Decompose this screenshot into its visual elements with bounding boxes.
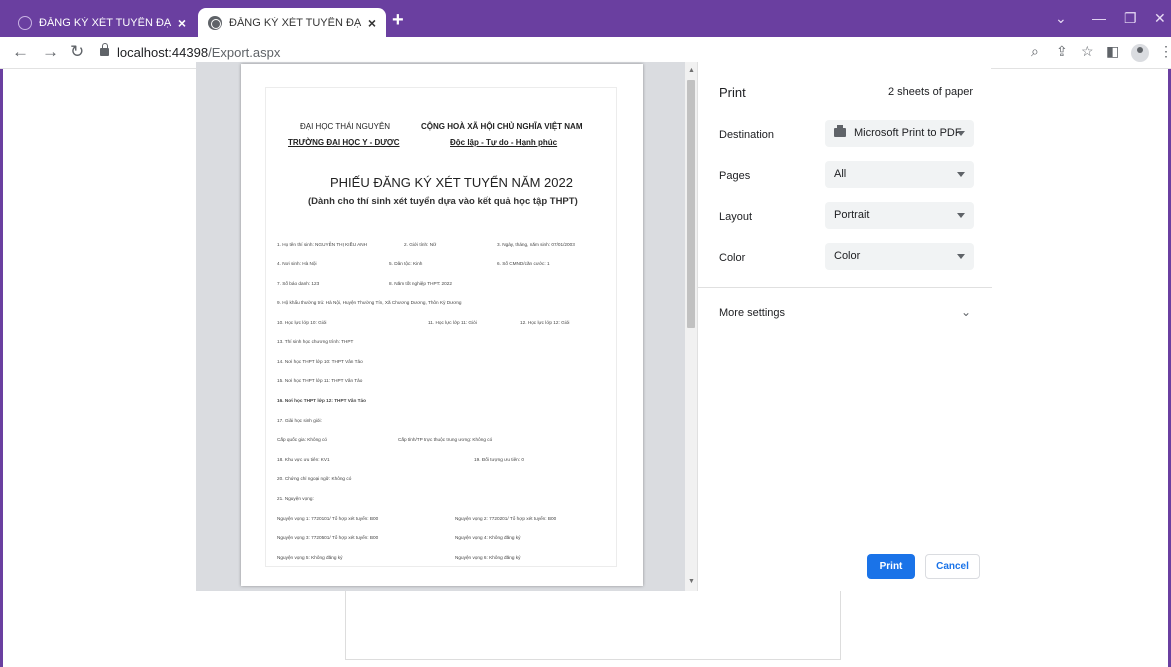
field-wish-4: Nguyện vọng 4: Không đăng ký (455, 535, 521, 540)
form-subtitle: (Dành cho thí sinh xét tuyển dựa vào kết… (308, 196, 578, 207)
layout-value: Portrait (834, 209, 870, 221)
layout-label: Layout (719, 211, 753, 223)
field-priority-area: 18. Khu vực ưu tiên: KV1 (277, 457, 330, 462)
field-wish-6: Nguyện vọng 6: Không đăng ký (455, 555, 521, 560)
field-national-award: Cấp quốc gia: Không có (277, 437, 328, 442)
field-grade10: 10. Học lực lớp 10: Giỏi (277, 320, 327, 325)
lock-icon[interactable] (100, 43, 109, 56)
tab-title: ĐĂNG KÝ XÉT TUYỂN ĐẠI HỌC - (39, 16, 172, 29)
new-tab-button[interactable]: + (392, 10, 404, 30)
globe-icon (208, 15, 222, 30)
restore-button[interactable]: ❐ (1124, 10, 1137, 27)
destination-label: Destination (719, 129, 775, 141)
tab-active[interactable]: ĐĂNG KÝ XÉT TUYỂN ĐẠI HỌC - × (198, 8, 386, 37)
country-name: CỘNG HOÀ XÃ HỘI CHỦ NGHĨA VIỆT NAM (421, 122, 583, 131)
print-title: Print (719, 85, 746, 100)
close-tab-icon[interactable]: × (178, 15, 186, 31)
destination-value: Microsoft Print to PDF (854, 127, 962, 139)
field-school10: 14. Nơi học THPT lớp 10: THPT Vân Tảo (277, 359, 363, 364)
print-button[interactable]: Print (867, 554, 915, 579)
field-awards: 17. Giải học sinh giỏi: (277, 418, 322, 423)
dropdown-arrow-icon (957, 213, 965, 218)
more-settings-toggle[interactable]: More settings (719, 307, 785, 319)
dropdown-arrow-icon (957, 254, 965, 259)
color-select[interactable]: Color (825, 243, 974, 270)
tab-strip: ĐĂNG KÝ XÉT TUYỂN ĐẠI HỌC - × ĐĂNG KÝ XÉ… (0, 0, 1171, 37)
field-program: 13. Thí sinh học chương trình: THPT (277, 339, 354, 344)
destination-select[interactable]: Microsoft Print to PDF (825, 120, 974, 147)
scroll-up-icon[interactable]: ▲ (688, 67, 695, 74)
minimize-button[interactable]: — (1092, 10, 1106, 26)
field-full-name: 1. Họ tên thí sinh: NGUYỄN THỊ KIỀU ANH (277, 242, 368, 247)
tab-inactive[interactable]: ĐĂNG KÝ XÉT TUYỂN ĐẠI HỌC - × (8, 8, 196, 37)
field-residence: 9. Hộ khẩu thường trú: Hà Nội, Huyện Thư… (277, 300, 462, 305)
tab-title: ĐĂNG KÝ XÉT TUYỂN ĐẠI HỌC - (229, 16, 362, 29)
form-title: PHIẾU ĐĂNG KÝ XÉT TUYỂN NĂM 2022 (330, 175, 573, 190)
dropdown-arrow-icon (957, 131, 965, 136)
color-label: Color (719, 252, 746, 264)
back-icon[interactable]: ← (12, 42, 29, 62)
chevron-down-icon[interactable]: ⌄ (961, 305, 971, 319)
field-wish-3: Nguyện vọng 3: 7720501/ Tổ hợp xét tuyển… (277, 535, 379, 540)
field-wish-1: Nguyện vọng 1: 7720101/ Tổ hợp xét tuyển… (277, 516, 379, 521)
field-grade11: 11. Học lực lớp 11: Giỏi (428, 320, 477, 325)
printer-icon (834, 125, 846, 137)
field-birth-date: 3. Ngày, tháng, năm sinh: 07/01/2003 (497, 242, 575, 247)
scroll-down-icon[interactable]: ▼ (688, 578, 695, 585)
divider (698, 287, 992, 288)
profile-icon[interactable] (1131, 44, 1149, 62)
menu-icon[interactable]: ⋮ (1159, 43, 1171, 60)
sheet-border (265, 87, 617, 567)
field-priority-group: 19. Đối tượng ưu tiên: 0 (474, 457, 525, 462)
forward-icon[interactable]: → (42, 42, 59, 62)
cancel-button[interactable]: Cancel (925, 554, 980, 579)
pages-value: All (834, 168, 847, 180)
field-grade12: 12. Học lực lớp 12: Giỏi (520, 320, 570, 325)
field-candidate-number: 7. Số báo danh: 123 (277, 281, 320, 286)
color-value: Color (834, 250, 861, 262)
reload-icon[interactable]: ↻ (70, 42, 84, 62)
share-icon[interactable]: ⇪ (1056, 43, 1068, 60)
layout-select[interactable]: Portrait (825, 202, 974, 229)
pages-select[interactable]: All (825, 161, 974, 188)
print-settings-panel: Print 2 sheets of paper Destination Micr… (697, 62, 992, 591)
field-school12: 16. Nơi học THPT lớp 12: THPT Vân Tảo (277, 398, 366, 403)
address-bar[interactable]: localhost:44398/Export.aspx (117, 45, 280, 60)
zoom-icon[interactable]: ⌕ (1031, 43, 1039, 60)
org-name: ĐẠI HỌC THÁI NGUYÊN (300, 122, 391, 131)
pages-label: Pages (719, 170, 751, 182)
field-graduation-year: 8. Năm tốt nghiệp THPT: 2022 (389, 281, 452, 286)
url-host: localhost:44398 (117, 45, 209, 60)
field-language-cert: 20. Chứng chỉ ngoại ngữ: Không có (277, 476, 352, 481)
school-name: TRƯỜNG ĐẠI HỌC Y - DƯỢC (288, 138, 400, 147)
field-wish-2: Nguyện vọng 2: 7720201/ Tổ hợp xét tuyển… (455, 516, 557, 521)
tab-search-icon[interactable]: ⌄ (1055, 10, 1067, 27)
national-motto: Độc lập - Tự do - Hạnh phúc (450, 138, 558, 147)
field-gender: 2. Giới tính: Nữ (404, 242, 437, 247)
field-id-number: 6. Số CMND/căn cước: 1 (497, 261, 550, 266)
dropdown-arrow-icon (957, 172, 965, 177)
field-wishes: 21. Nguyện vọng: (277, 496, 314, 501)
close-tab-icon[interactable]: × (368, 15, 376, 31)
loading-icon (18, 15, 32, 30)
field-wish-5: Nguyện vọng 5: Không đăng ký (277, 555, 343, 560)
close-window-button[interactable]: ✕ (1154, 10, 1166, 27)
side-panel-icon[interactable]: ◧ (1106, 43, 1119, 60)
field-provincial-award: Cấp tỉnh/TP trực thuộc trung ương: Không… (398, 437, 493, 442)
url-path: /Export.aspx (208, 45, 281, 60)
field-birthplace: 4. Nơi sinh: Hà Nội (277, 261, 317, 266)
field-school11: 15. Nơi học THPT lớp 11: THPT Vân Tảo (277, 378, 363, 383)
sheet-count: 2 sheets of paper (887, 86, 973, 98)
field-ethnicity: 5. Dân tộc: Kinh (389, 261, 423, 266)
star-icon[interactable]: ☆ (1081, 43, 1094, 60)
scrollbar-thumb[interactable] (687, 80, 695, 328)
